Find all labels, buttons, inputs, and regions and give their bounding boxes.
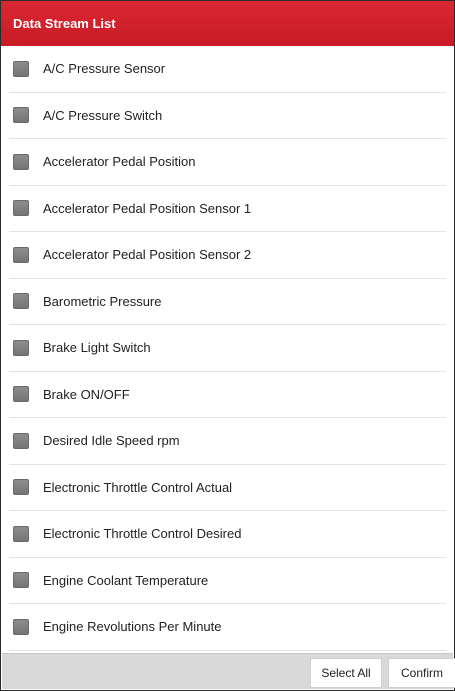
select-all-button[interactable]: Select All	[310, 658, 382, 688]
confirm-button[interactable]: Confirm	[388, 658, 455, 688]
checkbox[interactable]	[13, 153, 29, 170]
item-label: Electronic Throttle Control Desired	[43, 526, 242, 542]
list-item[interactable]: Electronic Throttle Control Desired	[9, 511, 446, 558]
item-label: A/C Pressure Sensor	[43, 61, 166, 77]
checkbox[interactable]	[13, 432, 29, 449]
list-item[interactable]: Brake Light Switch	[9, 325, 446, 372]
list-item[interactable]: Accelerator Pedal Position	[9, 139, 446, 186]
item-label: Electronic Throttle Control Actual	[43, 479, 233, 495]
item-label: Brake Light Switch	[43, 340, 151, 356]
data-stream-list[interactable]: A/C Pressure Sensor A/C Pressure Switch …	[9, 46, 446, 656]
checkbox[interactable]	[13, 339, 29, 356]
checkbox[interactable]	[13, 246, 29, 263]
list-item[interactable]: Engine Revolutions Per Minute	[9, 604, 446, 651]
data-stream-dialog: Data Stream List A/C Pressure Sensor A/C…	[0, 0, 455, 691]
checkbox[interactable]	[13, 293, 29, 310]
item-label: Accelerator Pedal Position Sensor 1	[43, 200, 252, 216]
list-item[interactable]: Engine Coolant Temperature	[9, 558, 446, 604]
item-label: Accelerator Pedal Position Sensor 2	[43, 247, 252, 263]
item-label: Engine Revolutions Per Minute	[43, 619, 222, 635]
checkbox[interactable]	[13, 525, 29, 542]
list-item[interactable]: Desired Idle Speed rpm	[9, 418, 446, 465]
checkbox[interactable]	[13, 618, 29, 635]
list-item[interactable]: A/C Pressure Sensor	[9, 46, 446, 93]
checkbox[interactable]	[13, 107, 29, 124]
list-item[interactable]: Barometric Pressure	[9, 279, 446, 325]
dialog-footer: Select All Confirm	[2, 653, 455, 689]
list-item[interactable]: A/C Pressure Switch	[9, 93, 446, 139]
list-item[interactable]: Accelerator Pedal Position Sensor 1	[9, 186, 446, 232]
checkbox[interactable]	[13, 200, 29, 217]
item-label: A/C Pressure Switch	[43, 107, 163, 123]
checkbox[interactable]	[13, 479, 29, 496]
checkbox[interactable]	[13, 572, 29, 589]
checkbox[interactable]	[13, 60, 29, 77]
item-label: Barometric Pressure	[43, 293, 162, 309]
list-item[interactable]: Accelerator Pedal Position Sensor 2	[9, 232, 446, 279]
list-item[interactable]: Brake ON/OFF	[9, 372, 446, 418]
item-label: Engine Coolant Temperature	[43, 572, 209, 588]
checkbox[interactable]	[13, 386, 29, 403]
list-item[interactable]: Electronic Throttle Control Actual	[9, 465, 446, 511]
item-label: Brake ON/OFF	[43, 386, 130, 402]
dialog-title: Data Stream List	[1, 1, 454, 46]
item-label: Desired Idle Speed rpm	[43, 433, 180, 449]
item-label: Accelerator Pedal Position	[43, 154, 196, 170]
